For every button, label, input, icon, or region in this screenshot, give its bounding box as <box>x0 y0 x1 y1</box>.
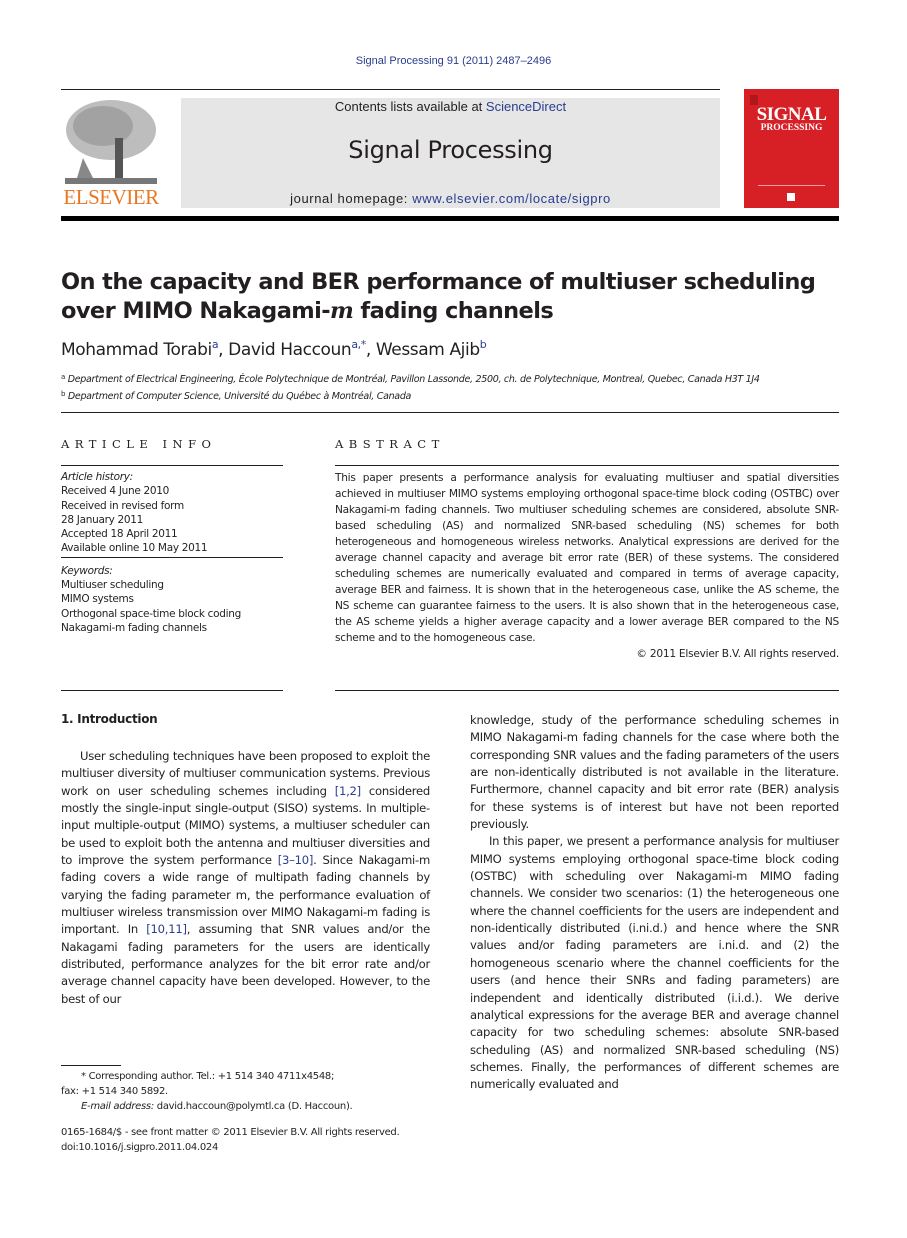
cover-title: SIGNAL <box>756 104 827 125</box>
divider <box>335 465 839 466</box>
author-affil-link[interactable]: b <box>480 338 487 351</box>
sciencedirect-link[interactable]: ScienceDirect <box>486 99 566 114</box>
author-affil-link[interactable]: a,* <box>351 338 366 351</box>
homepage-line: journal homepage: www.elsevier.com/locat… <box>290 191 611 206</box>
author-name: Wessam Ajib <box>375 340 480 360</box>
citation-link[interactable]: [10,11] <box>146 922 187 936</box>
author-name: David Haccoun <box>228 340 352 360</box>
doi-link[interactable]: doi:10.1016/j.sigpro.2011.04.024 <box>61 1140 441 1155</box>
divider <box>61 465 283 466</box>
affiliation: b Department of Computer Science, Univer… <box>61 390 412 402</box>
paragraph: User scheduling techniques have been pro… <box>61 749 430 1006</box>
abstract-heading: ABSTRACT <box>335 437 445 451</box>
history-item: Received 4 June 2010 <box>61 485 170 498</box>
footnote: * Corresponding author. Tel.: +1 514 340… <box>61 1069 441 1114</box>
cover-subtitle: PROCESSING <box>760 123 823 133</box>
email-link[interactable]: david.haccoun@polymtl.ca (D. Haccoun). <box>154 1101 353 1112</box>
front-matter-line: 0165-1684/$ - see front matter © 2011 El… <box>61 1127 400 1138</box>
body-column-left: User scheduling techniques have been pro… <box>61 748 430 1008</box>
header-rule <box>61 89 720 90</box>
citation-link[interactable]: [1,2] <box>335 784 361 798</box>
abstract-text: This paper presents a performance analys… <box>335 472 839 644</box>
cover-divider <box>758 185 825 186</box>
citation-link[interactable]: [3–10] <box>278 853 314 867</box>
divider <box>61 690 283 691</box>
keyword: Nakagami-m fading channels <box>61 621 207 634</box>
elsevier-logo[interactable]: ELSEVIER <box>61 98 161 210</box>
keyword: Multiuser scheduling <box>61 579 164 592</box>
elsevier-tree-icon <box>65 100 157 184</box>
abstract-copyright: © 2011 Elsevier B.V. All rights reserved… <box>636 648 839 660</box>
journal-title: Signal Processing <box>348 136 553 164</box>
history-label: Article history: <box>61 471 133 483</box>
front-matter: 0165-1684/$ - see front matter © 2011 El… <box>61 1125 441 1155</box>
article-title: On the capacity and BER performance of m… <box>61 269 816 324</box>
body-column-right: knowledge, study of the performance sche… <box>470 712 839 1094</box>
divider <box>335 690 839 691</box>
footnote-line: fax: +1 514 340 5892. <box>61 1086 168 1097</box>
history-item: Received in revised form <box>61 499 184 512</box>
keyword: Orthogonal space-time block coding <box>61 607 241 620</box>
section-heading-introduction: 1. Introduction <box>61 712 158 726</box>
divider <box>61 412 839 413</box>
elsevier-wordmark: ELSEVIER <box>63 185 159 209</box>
author-affil-link[interactable]: a <box>212 338 219 351</box>
history-item: Available online 10 May 2011 <box>61 542 208 555</box>
journal-masthead: Contents lists available at ScienceDirec… <box>181 98 720 208</box>
affiliation: a Department of Electrical Engineering, … <box>61 373 760 385</box>
keyword: MIMO systems <box>61 593 134 606</box>
history-item: Accepted 18 April 2011 <box>61 528 178 541</box>
header-thick-rule <box>61 216 839 221</box>
divider <box>61 556 283 558</box>
article-info: Article history: Received 4 June 2010 Re… <box>61 470 283 635</box>
abstract: This paper presents a performance analys… <box>335 470 839 662</box>
footnote-line: * Corresponding author. Tel.: +1 514 340… <box>81 1071 335 1082</box>
history-item: 28 January 2011 <box>61 513 144 526</box>
footnote-rule <box>61 1065 121 1066</box>
keywords-label: Keywords: <box>61 564 113 577</box>
paragraph: In this paper, we present a performance … <box>470 834 839 1092</box>
article-info-heading: ARTICLE INFO <box>61 437 217 451</box>
cover-emblem-icon <box>787 193 795 201</box>
affiliations: a Department of Electrical Engineering, … <box>61 370 851 404</box>
author-list: Mohammad Torabia, David Haccouna,*, Wess… <box>61 338 487 360</box>
journal-homepage-link[interactable]: www.elsevier.com/locate/sigpro <box>412 191 611 206</box>
paragraph: knowledge, study of the performance sche… <box>470 713 839 832</box>
footnote-email: E-mail address: david.haccoun@polymtl.ca… <box>81 1101 353 1112</box>
journal-cover[interactable]: SIGNAL PROCESSING <box>744 89 839 208</box>
contents-line: Contents lists available at ScienceDirec… <box>334 99 567 114</box>
author-name: Mohammad Torabi <box>61 340 212 360</box>
running-head[interactable]: Signal Processing 91 (2011) 2487–2496 <box>0 55 907 67</box>
